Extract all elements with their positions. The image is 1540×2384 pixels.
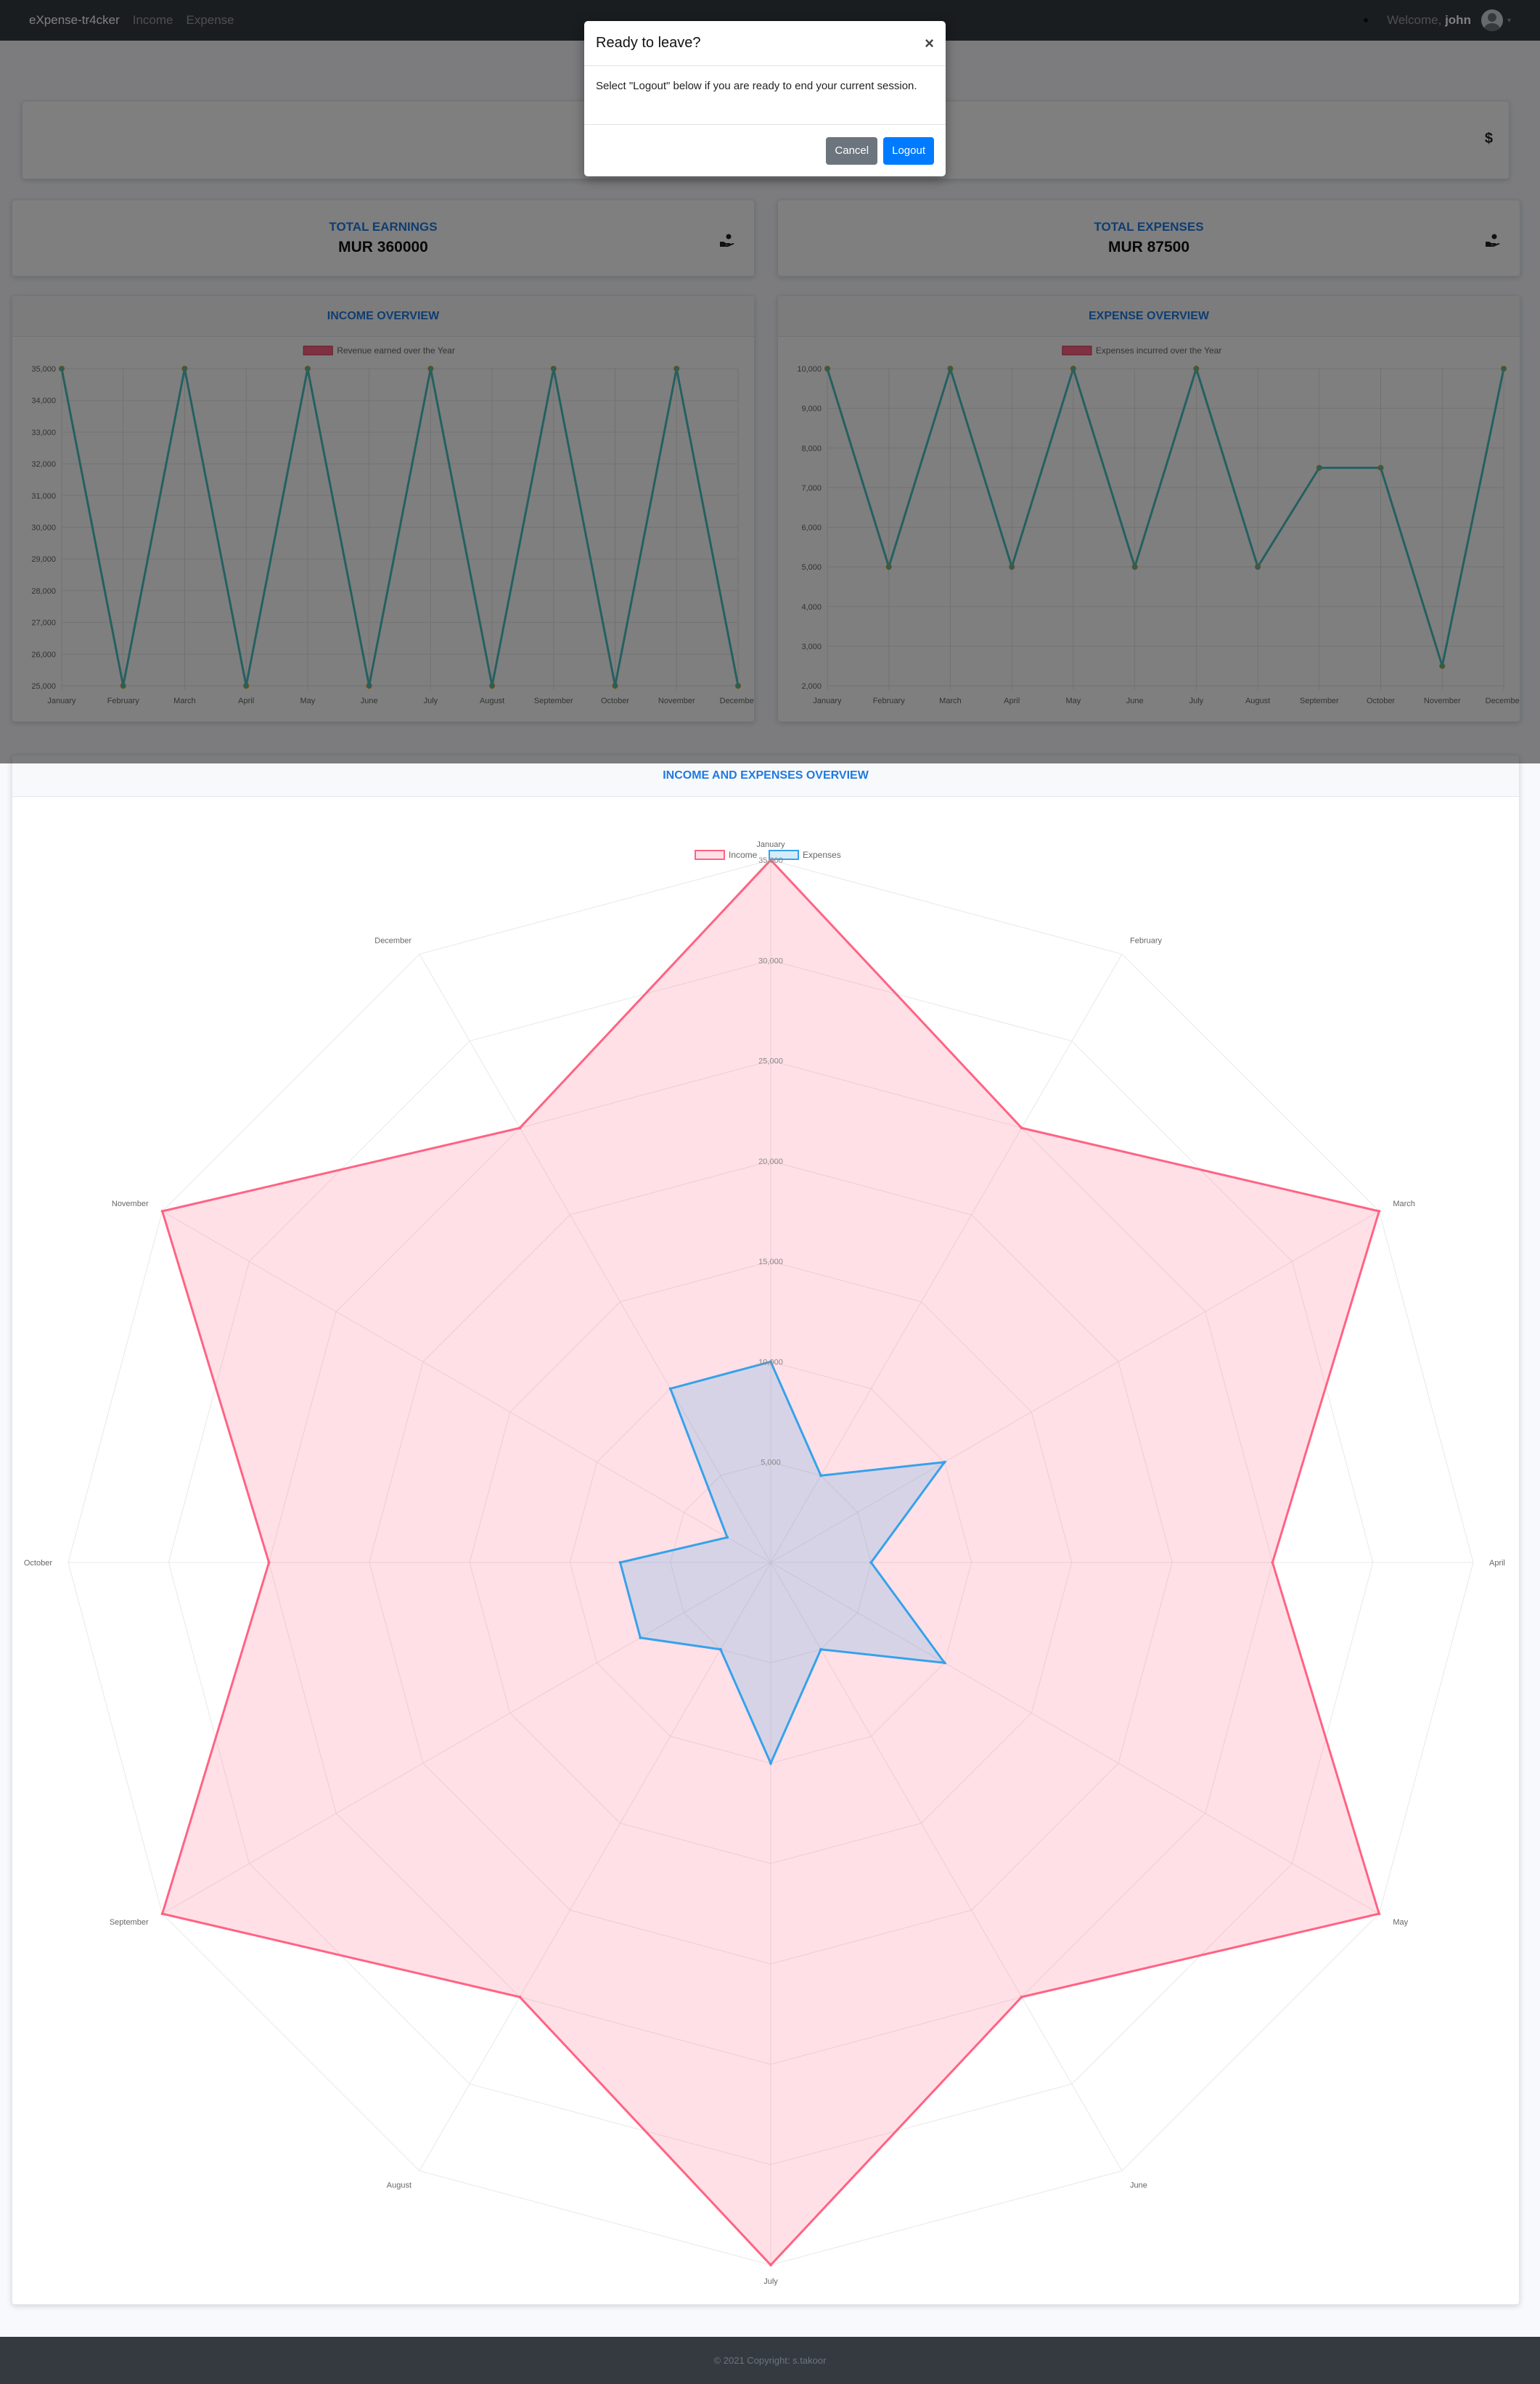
radar-category-label: July	[763, 2277, 778, 2286]
radar-point-expenses[interactable]	[639, 1636, 642, 1639]
close-icon[interactable]: ×	[925, 34, 934, 53]
footer: © 2021 Copyright: s.takoor	[0, 2337, 1540, 2384]
radar-point-income[interactable]	[769, 2264, 772, 2266]
radar-tick-label: 5,000	[761, 1459, 781, 1467]
cancel-button[interactable]: Cancel	[826, 136, 878, 165]
radar-point-income[interactable]	[1271, 1561, 1274, 1564]
radar-legend-swatch-income[interactable]	[695, 850, 725, 860]
logout-button[interactable]: Logout	[883, 136, 934, 165]
income-expenses-overview-card: INCOME AND EXPENSES OVERVIEW Income Expen…	[12, 755, 1520, 2305]
radar-category-label: November	[112, 1200, 149, 1208]
radar-point-expenses[interactable]	[618, 1561, 622, 1564]
radar-legend-label-income[interactable]: Income	[729, 850, 758, 860]
radar-point-expenses[interactable]	[726, 1536, 729, 1539]
radar-point-income[interactable]	[1377, 1210, 1381, 1213]
radar-point-expenses[interactable]	[943, 1460, 946, 1464]
radar-point-expenses[interactable]	[869, 1561, 873, 1564]
radar-legend-label-expenses[interactable]: Expenses	[803, 850, 841, 860]
radar-point-income[interactable]	[267, 1561, 271, 1564]
income-expenses-radar-chart: Income Expenses 5,000 10,000 15,000 20,000 25,…	[24, 840, 1505, 2286]
radar-point-expenses[interactable]	[769, 1761, 772, 1765]
radar-tick-label: 20,000	[758, 1158, 783, 1166]
radar-category-label: March	[1393, 1200, 1415, 1208]
logout-modal: Ready to leave? × Select "Logout" below …	[584, 21, 946, 176]
radar-point-income[interactable]	[160, 1912, 164, 1915]
radar-point-income[interactable]	[1377, 1912, 1381, 1915]
radar-point-expenses[interactable]	[718, 1647, 722, 1651]
radar-tick-label: 30,000	[758, 957, 783, 965]
radar-category-label: June	[1130, 2181, 1147, 2190]
radar-category-label: February	[1130, 937, 1163, 946]
radar-point-expenses[interactable]	[819, 1474, 823, 1478]
modal-header: Ready to leave? ×	[584, 21, 946, 66]
radar-category-label: May	[1393, 1918, 1408, 1927]
radar-category-label: August	[387, 2181, 411, 2190]
radar-point-expenses[interactable]	[819, 1647, 823, 1651]
radar-category-label: October	[24, 1559, 52, 1568]
radar-category-label: April	[1489, 1559, 1505, 1568]
radar-tick-label: 25,000	[758, 1057, 783, 1066]
copyright-text: © 2021 Copyright: s.takoor	[713, 2355, 827, 2366]
modal-body-text: Select "Logout" below if you are ready t…	[596, 80, 917, 92]
modal-footer: Cancel Logout	[584, 124, 946, 176]
radar-category-label: September	[110, 1918, 149, 1927]
modal-title: Ready to leave?	[596, 35, 701, 51]
radar-category-label: January	[756, 840, 785, 849]
radar-tick-label: 15,000	[758, 1258, 783, 1266]
radar-point-expenses[interactable]	[943, 1661, 946, 1665]
radar-tick-label: 35,000	[758, 856, 783, 865]
radar-point-income[interactable]	[160, 1210, 164, 1213]
radar-category-label: December	[374, 937, 411, 946]
radar-point-income[interactable]	[1020, 1995, 1023, 1999]
radar-point-income[interactable]	[518, 1995, 522, 1999]
radar-tick-label: 10,000	[758, 1358, 783, 1367]
radar-point-income[interactable]	[518, 1126, 522, 1130]
radar-point-income[interactable]	[1020, 1126, 1023, 1130]
radar-point-expenses[interactable]	[668, 1387, 672, 1390]
